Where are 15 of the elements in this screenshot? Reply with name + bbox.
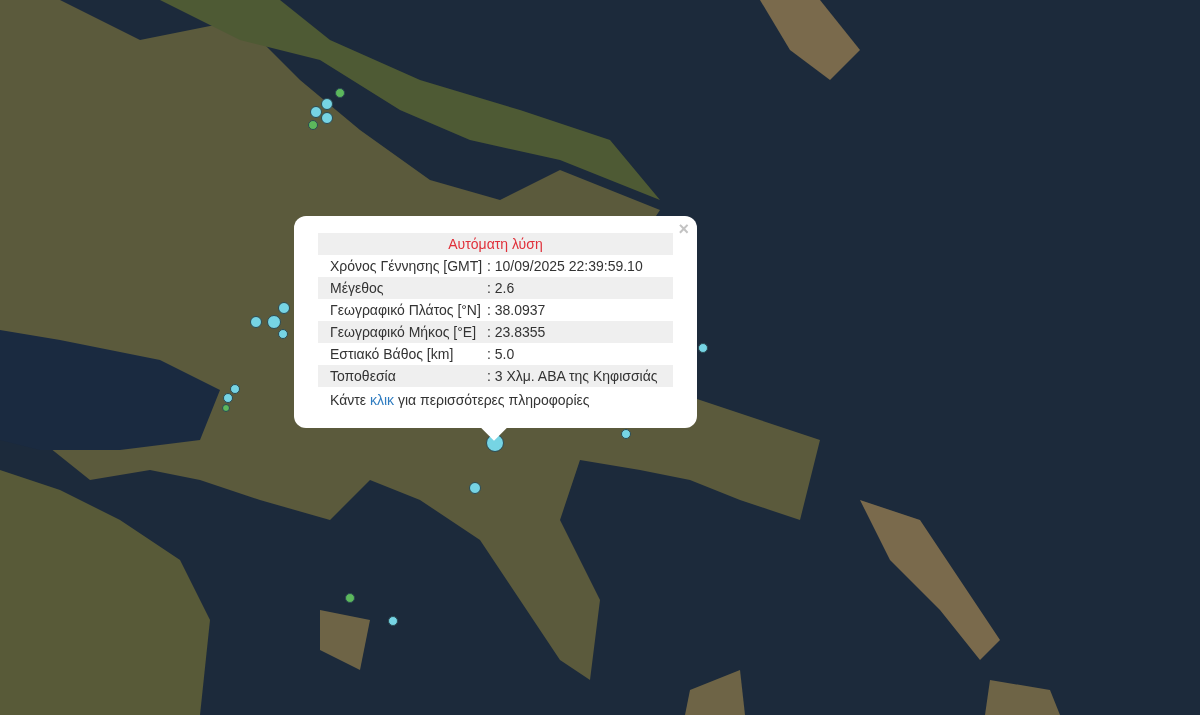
popup-title: Αυτόματη λύση	[318, 233, 673, 255]
field-label: Εστιακό Βάθος [km]	[329, 345, 455, 364]
field-value: : 5.0	[487, 345, 516, 364]
field-label: Τοποθεσία	[329, 367, 397, 386]
more-info-link[interactable]: κλικ	[369, 392, 395, 408]
field-value: : 2.6	[487, 279, 516, 298]
field-value: : 23.8355	[487, 323, 547, 342]
field-value: : 3 Χλμ. ΑΒΑ της Κηφισσιάς	[487, 367, 659, 386]
field-label: Μέγεθος	[329, 279, 385, 298]
field-label: Χρόνος Γέννησης [GMT]	[329, 257, 484, 276]
field-label: Γεωγραφικό Πλάτος [°N]	[329, 301, 482, 320]
more-info-text: Κάντε κλικ για περισσότερες πληροφορίες	[329, 391, 591, 410]
field-label: Γεωγραφικό Μήκος [°E]	[329, 323, 478, 342]
field-value: : 10/09/2025 22:39:59.10	[487, 257, 644, 276]
field-value: : 38.0937	[487, 301, 547, 320]
